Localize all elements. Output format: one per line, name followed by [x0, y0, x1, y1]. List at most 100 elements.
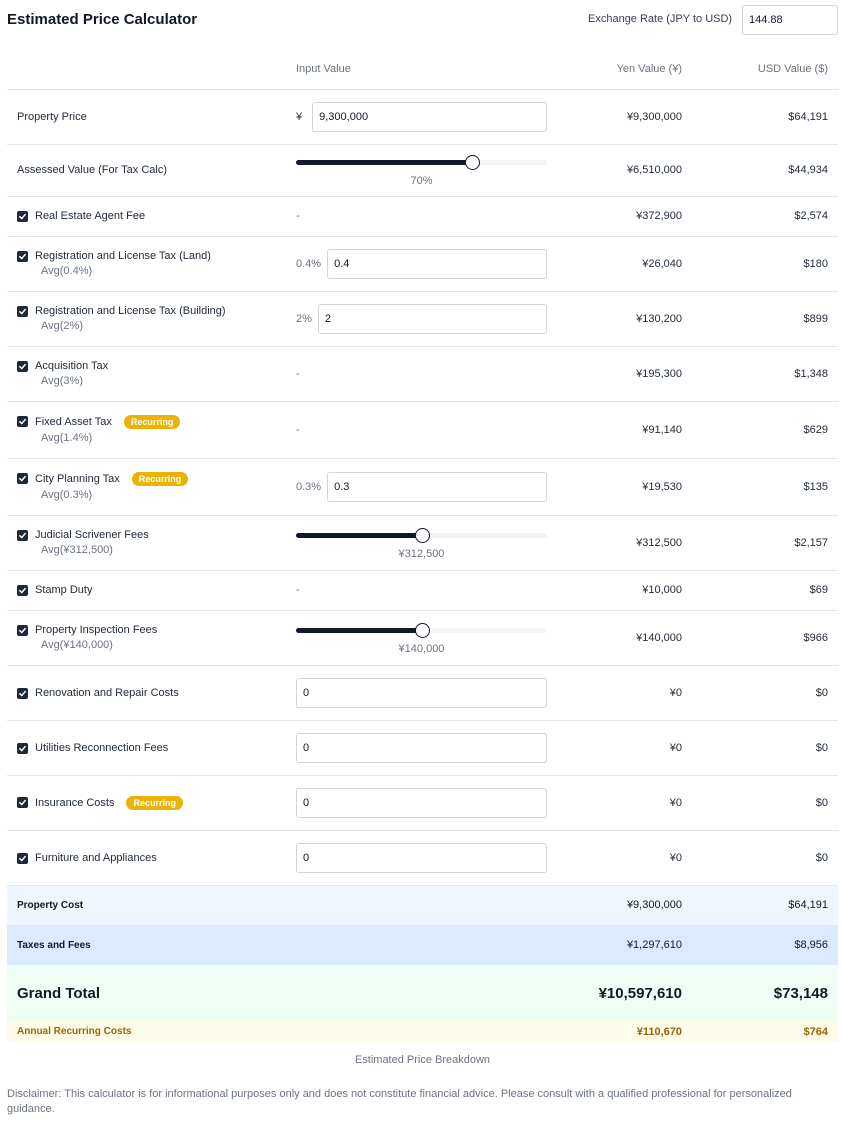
row-agent-fee: Real Estate Agent Fee - ¥372,900 $2,574 — [7, 196, 838, 237]
row-label: Registration and License Tax (Building) — [35, 305, 226, 317]
city-planning-tax-input[interactable] — [327, 471, 547, 502]
yen-value: ¥26,040 — [547, 236, 692, 292]
slider-fill — [296, 160, 472, 165]
slider-fill — [296, 532, 422, 538]
checkmark-icon — [19, 855, 26, 861]
recurring-badge: Recurring — [131, 472, 189, 486]
yen-value: ¥6,510,000 — [547, 144, 692, 197]
inspection-fees-slider[interactable]: ¥140,000 — [296, 619, 547, 657]
usd-value: $44,934 — [692, 144, 838, 197]
col-header-label — [7, 49, 296, 90]
checkmark-icon — [19, 418, 26, 425]
summary-grand-total: Grand Total ¥10,597,610 $73,148 — [7, 965, 838, 1021]
rate-percent: 0.4% — [296, 257, 322, 270]
table-caption: Estimated Price Breakdown — [354, 1054, 491, 1066]
checkmark-icon — [19, 253, 26, 260]
annual-usd: $764 — [692, 1021, 838, 1042]
summary-yen: ¥9,300,000 — [547, 885, 692, 925]
checkmark-icon — [19, 799, 26, 805]
yen-value: ¥195,300 — [547, 346, 692, 402]
col-header-input: Input Value — [296, 49, 547, 90]
row-label: Property Price — [7, 89, 296, 145]
row-reg-tax-building: Registration and License Tax (Building) … — [7, 291, 838, 347]
usd-value: $2,574 — [692, 196, 838, 237]
row-utilities: Utilities Reconnection Fees ¥0 $0 — [7, 720, 838, 776]
renovation-input[interactable] — [296, 677, 547, 708]
annual-label: Annual Recurring Costs — [7, 1021, 547, 1042]
no-input-dash: - — [296, 584, 300, 596]
insurance-input[interactable] — [296, 787, 547, 818]
usd-value: $629 — [692, 401, 838, 459]
summary-label: Taxes and Fees — [7, 925, 547, 965]
checkmark-icon — [19, 475, 26, 482]
exchange-rate-input[interactable] — [742, 5, 838, 35]
yen-value: ¥372,900 — [547, 196, 692, 237]
usd-value: $64,191 — [692, 89, 838, 145]
judicial-fees-checkbox[interactable] — [17, 530, 28, 541]
no-input-dash: - — [296, 367, 300, 380]
row-sublabel: Avg(0.3%) — [41, 489, 93, 501]
row-reg-tax-land: Registration and License Tax (Land) Avg(… — [7, 236, 838, 292]
checkmark-icon — [19, 587, 26, 594]
slider-fill — [296, 627, 422, 633]
row-assessed-value: Assessed Value (For Tax Calc) 70% ¥6,510… — [7, 144, 838, 197]
stamp-duty-checkbox[interactable] — [17, 585, 28, 596]
slider-thumb[interactable] — [415, 622, 430, 638]
reg-tax-building-checkbox[interactable] — [17, 306, 28, 317]
slider-thumb[interactable] — [415, 527, 430, 543]
row-city-planning-tax: City Planning Tax Recurring Avg(0.3%) 0.3… — [7, 458, 838, 516]
inspection-fees-checkbox[interactable] — [17, 625, 28, 636]
city-planning-tax-checkbox[interactable] — [17, 473, 28, 484]
row-label: Renovation and Repair Costs — [35, 686, 179, 699]
col-header-yen: Yen Value (¥) — [547, 49, 692, 90]
row-label: Fixed Asset Tax — [35, 416, 112, 428]
insurance-checkbox[interactable] — [17, 796, 28, 808]
judicial-fees-slider[interactable]: ¥312,500 — [296, 524, 547, 562]
summary-label: Property Cost — [7, 885, 547, 925]
checkmark-icon — [19, 532, 26, 539]
property-price-input[interactable] — [312, 101, 547, 132]
checkmark-icon — [19, 363, 26, 370]
reg-tax-land-input[interactable] — [327, 248, 547, 279]
row-acquisition-tax: Acquisition Tax Avg(3%) - ¥195,300 $1,34… — [7, 346, 838, 402]
furniture-checkbox[interactable] — [17, 852, 28, 864]
row-fixed-asset-tax: Fixed Asset Tax Recurring Avg(1.4%) - ¥91… — [7, 401, 838, 459]
usd-value: $0 — [692, 665, 838, 721]
summary-usd: $8,956 — [692, 925, 838, 965]
yen-value: ¥10,000 — [547, 570, 692, 611]
fixed-asset-tax-checkbox[interactable] — [17, 416, 28, 427]
row-inspection-fees: Property Inspection Fees Avg(¥140,000) ¥… — [7, 610, 838, 666]
row-sublabel: Avg(2%) — [41, 320, 83, 332]
row-renovation: Renovation and Repair Costs ¥0 $0 — [7, 665, 838, 721]
row-sublabel: Avg(1.4%) — [41, 432, 93, 444]
reg-tax-building-input[interactable] — [317, 303, 547, 334]
usd-value: $135 — [692, 458, 838, 516]
agent-fee-checkbox[interactable] — [17, 211, 28, 222]
slider-value: ¥312,500 — [398, 547, 445, 560]
summary-property-cost: Property Cost ¥9,300,000 $64,191 — [7, 885, 838, 925]
assessed-value-slider[interactable]: 70% — [296, 151, 547, 189]
checkmark-icon — [19, 690, 26, 696]
slider-thumb[interactable] — [465, 155, 480, 170]
utilities-checkbox[interactable] — [17, 742, 28, 754]
reg-tax-land-checkbox[interactable] — [17, 251, 28, 262]
acquisition-tax-checkbox[interactable] — [17, 361, 28, 372]
row-furniture: Furniture and Appliances ¥0 $0 — [7, 830, 838, 886]
yen-value: ¥140,000 — [547, 610, 692, 666]
disclaimer: Disclaimer: This calculator is for infor… — [7, 1088, 792, 1115]
summary-annual-recurring: Annual Recurring Costs ¥110,670 $764 — [7, 1021, 838, 1042]
row-label: Assessed Value (For Tax Calc) — [7, 144, 296, 197]
yen-value: ¥0 — [547, 830, 692, 886]
grand-total-label: Grand Total — [7, 965, 547, 1021]
rate-percent: 0.3% — [296, 480, 322, 493]
calculator-table: Input Value Yen Value (¥) USD Value ($) … — [7, 49, 838, 1042]
rate-percent: 2% — [296, 312, 312, 325]
renovation-checkbox[interactable] — [17, 687, 28, 699]
usd-value: $0 — [692, 830, 838, 886]
furniture-input[interactable] — [296, 842, 547, 873]
utilities-input[interactable] — [296, 732, 547, 763]
recurring-badge: Recurring — [123, 415, 181, 429]
row-judicial-fees: Judicial Scrivener Fees Avg(¥312,500) ¥3… — [7, 515, 838, 571]
checkmark-icon — [19, 627, 26, 634]
yen-value: ¥91,140 — [547, 401, 692, 459]
